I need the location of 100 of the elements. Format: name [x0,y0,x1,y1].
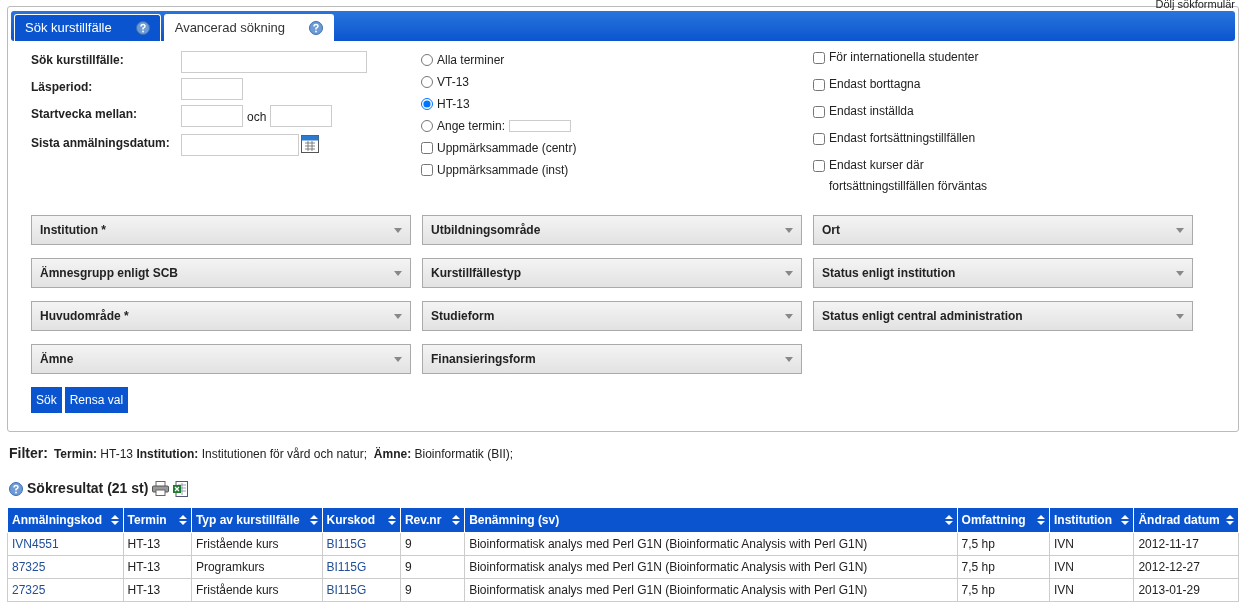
tab[interactable]: Avancerad sökning [163,14,335,41]
option-label: För internationella studenter [829,49,979,66]
help-icon[interactable] [309,21,324,35]
sort-icon[interactable] [178,515,187,525]
option-label: Endast inställda [829,103,914,120]
button[interactable]: Rensa val [64,387,129,413]
column-header[interactable]: Benämning (sv) [464,507,958,533]
table-cell: Bioinformatisk analys med Perl G1N (Bioinformatic Analysis with Perl G1N) [464,532,958,556]
option-label: Alla terminer [437,52,505,69]
table-cell: Fristående kurs [191,532,322,556]
checkbox[interactable] [421,164,433,176]
sort-icon[interactable] [387,515,396,525]
table-link[interactable]: 27325 [12,583,46,597]
sort-icon[interactable] [944,515,953,525]
joiner-label: och [247,109,267,126]
table-cell: 7,5 hp [957,532,1050,556]
column-header[interactable]: Typ av kurstillfälle [191,507,322,533]
text-field[interactable] [181,78,243,100]
table-link[interactable]: 87325 [12,560,46,574]
caret-icon [1176,227,1184,233]
calendar-icon[interactable] [301,134,319,153]
sort-icon[interactable] [110,515,119,525]
dropdown[interactable]: Utbildningsområde [422,215,802,245]
radio-button[interactable] [421,98,433,110]
table-cell: 9 [400,555,465,579]
hide-form-link[interactable]: Dölj sökformulär [1155,0,1235,10]
table-cell: Programkurs [191,555,322,579]
field-label: Sök kurstillfälle: [31,52,125,69]
tab[interactable]: Sök kurstillfälle [14,14,161,41]
column-header[interactable]: Anmälningskod [7,507,124,533]
table-cell: HT-13 [123,555,192,579]
text-field[interactable] [181,105,243,127]
column-header[interactable]: Termin [123,507,192,533]
table-cell: HT-13 [123,532,192,556]
table-cell: 9 [400,532,465,556]
dropdown[interactable]: Institution * [31,215,411,245]
dropdown[interactable]: Status enligt central administration [813,301,1193,331]
text-field[interactable] [509,120,572,132]
button[interactable]: Sök [31,387,62,413]
column-header[interactable]: Rev.nr [400,507,465,533]
checkbox[interactable] [813,106,825,118]
help-icon[interactable] [135,21,150,35]
checkbox[interactable] [813,160,825,172]
option-label: Uppmärksammade (inst) [437,162,569,179]
field-label: Startvecka mellan: [31,106,139,123]
option-label: VT-13 [437,74,469,91]
caret-icon [394,313,402,319]
column-header[interactable]: Institution [1049,507,1134,533]
sort-icon[interactable] [452,515,461,525]
radio-button[interactable] [421,76,433,88]
filter-text: Termin: HT-13 Institution: Institutionen för vård och natur; Ämne: Bioinformatik (BII); [53,446,514,463]
caret-icon [785,227,793,233]
checkbox[interactable] [421,142,433,154]
table-cell: 9 [400,578,465,602]
dropdown[interactable]: Status enligt institution [813,258,1193,288]
option-label: Endast kurser där fortsättningstillfällen förväntas [829,157,989,195]
radio-button[interactable] [421,120,433,132]
caret-icon [394,356,402,362]
caret-icon [394,270,402,276]
table-cell: 2013-01-29 [1133,578,1239,602]
table-cell: 2012-11-17 [1133,532,1239,556]
spreadsheet-icon[interactable] [173,480,189,497]
text-field[interactable] [270,105,333,127]
sort-icon[interactable] [309,515,318,525]
table-cell: Bioinformatisk analys med Perl G1N (Bioinformatic Analysis with Perl G1N) [464,555,958,579]
results-title: Sökresultat (21 st) [27,479,149,498]
caret-icon [394,227,402,233]
table-cell: 7,5 hp [957,578,1050,602]
column-header[interactable]: Omfattning [957,507,1050,533]
field-label: Sista anmälningsdatum: [31,135,171,152]
option-label: Endast fortsättningstillfällen [829,130,976,147]
dropdown[interactable]: Studieform [422,301,802,331]
sort-icon[interactable] [1226,515,1234,525]
option-label: Uppmärksammade (centr) [437,140,577,157]
dropdown[interactable]: Ort [813,215,1193,245]
dropdown[interactable]: Finansieringsform [422,344,802,374]
caret-icon [785,313,793,319]
sort-icon[interactable] [1037,515,1046,525]
table-cell: HT-13 [123,578,192,602]
sort-icon[interactable] [1121,515,1130,525]
help-icon[interactable] [9,481,23,496]
checkbox[interactable] [813,133,825,145]
dropdown[interactable]: Kurstillfällestyp [422,258,802,288]
filter-label: Filter: [9,444,48,463]
radio-button[interactable] [421,54,433,66]
column-header[interactable]: Kurskod [322,507,401,533]
dropdown[interactable]: Ämnesgrupp enligt SCB [31,258,411,288]
table-cell: Fristående kurs [191,578,322,602]
checkbox[interactable] [813,52,825,64]
table-cell: 7,5 hp [957,555,1050,579]
option-label: Endast borttagna [829,76,921,93]
text-field[interactable] [181,134,299,156]
table-cell: IVN [1049,532,1134,556]
dropdown[interactable]: Huvudområde * [31,301,411,331]
printer-icon[interactable] [152,481,170,496]
text-field[interactable] [181,51,367,73]
checkbox[interactable] [813,79,825,91]
dropdown[interactable]: Ämne [31,344,411,374]
column-header[interactable]: Ändrad datum [1133,507,1239,533]
table-cell: Bioinformatisk analys med Perl G1N (Bioinformatic Analysis with Perl G1N) [464,578,958,602]
